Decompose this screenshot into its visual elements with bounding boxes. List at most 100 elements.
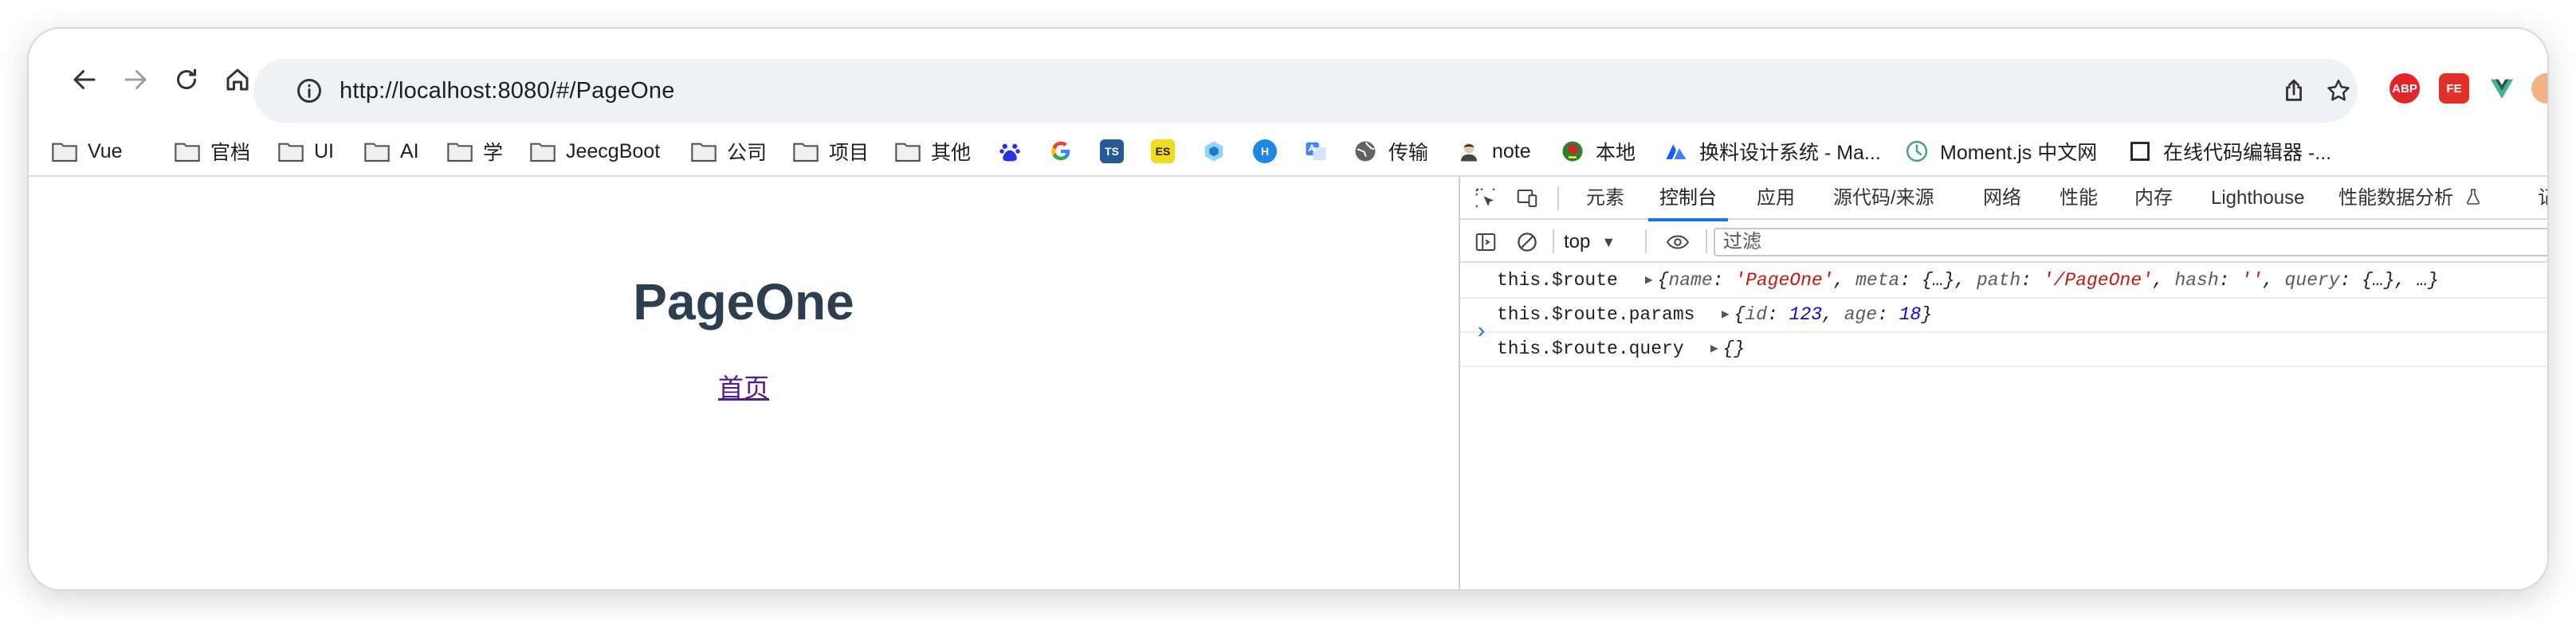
devtools-panel: 元素 控制台 应用 源代码/来源 网络 性能 内存 Lighthouse 性能数… [1459,177,2547,589]
console-line-route[interactable]: this.$route ▶ {name: 'PageOne', meta: {…}… [1460,264,2547,299]
bookmark-arco-design[interactable]: 换料设计系统 - Ma... [1663,135,1881,167]
typescript-label: TS [1100,139,1124,163]
vue-devtools-icon[interactable] [2487,73,2517,104]
clear-icon [1518,233,1537,252]
preview-token: path [1976,270,2021,291]
bookmark-label: 换料设计系统 - Ma... [1699,142,1881,164]
bookmark-typescript[interactable]: TS [1098,135,1135,167]
site-info-icon[interactable] [295,76,324,105]
tab-performance-insights[interactable]: 性能数据分析 [2338,177,2483,220]
bookmark-label: 在线代码编辑器 -... [2163,142,2332,164]
profile-extension-icon[interactable] [2531,73,2547,104]
tab-recorder[interactable]: 记 [2538,177,2547,220]
forward-button[interactable] [113,57,158,102]
share-button[interactable] [2278,75,2310,107]
preview-token: : [2020,270,2043,291]
square-icon [2126,139,2154,163]
address-bar[interactable]: http://localhost:8080/#/PageOne [253,59,2358,123]
live-expression-button[interactable] [1658,229,1698,255]
bookmark-label: note [1492,139,1531,162]
js-context-select[interactable]: top ▼ [1564,228,1616,256]
local-icon [1559,139,1586,163]
tab-performance-insights-label: 性能数据分析 [2338,187,2453,209]
tab-network[interactable]: 网络 [1983,177,2021,220]
bookmark-star-button[interactable] [2323,75,2354,107]
bookmark-baidu[interactable] [996,135,1033,167]
caret-down-icon: ▼ [1601,233,1616,250]
console-prompt[interactable]: › [1475,320,1488,345]
eye-icon [1667,235,1689,249]
tab-elements[interactable]: 元素 [1586,177,1624,220]
bookmark-folder-ai[interactable]: AI [363,135,419,167]
preview-token: hash [2174,270,2219,291]
tab-lighthouse[interactable]: Lighthouse [2211,177,2304,220]
star-icon [2327,79,2350,101]
expand-triangle-icon[interactable]: ▶ [1722,299,1730,331]
clear-console-button[interactable] [1514,229,1540,255]
bookmark-label: UI [314,139,334,162]
console-expression: this.$route.params [1497,304,1695,325]
bookmark-momentjs[interactable]: Moment.js 中文网 [1903,135,2097,167]
fe-extension-icon[interactable]: FE [2439,73,2469,104]
abp-extension-icon[interactable]: ABP [2389,73,2420,104]
bookmark-folder-official-docs[interactable]: 官档 [174,135,250,167]
bookmark-label: JeecgBoot [566,139,661,162]
console-object-preview[interactable]: ▶{} [1710,333,1745,366]
preview-token: , [1833,270,1856,291]
bookmark-h[interactable]: H [1251,135,1288,167]
bookmark-folder-other[interactable]: 其他 [894,135,971,167]
bookmark-folder-ui[interactable]: UI [277,135,334,167]
device-toolbar-button[interactable] [1514,186,1540,211]
preview-token: : {…}, [1899,270,1977,291]
google-icon [1047,139,1074,163]
bookmark-online-editor[interactable]: 在线代码编辑器 -... [2126,135,2331,167]
bookmark-transfer[interactable]: 传输 [1352,135,1428,167]
tab-memory[interactable]: 内存 [2134,177,2173,220]
inspect-element-button[interactable] [1473,186,1498,211]
folder-icon [446,139,473,163]
bookmark-folder-vue[interactable]: Vue [51,135,123,167]
bookmark-google[interactable] [1047,135,1084,167]
folder-icon [277,139,304,163]
bookmark-translate[interactable] [1302,135,1339,167]
tab-console[interactable]: 控制台 [1648,177,1728,221]
home-link-text[interactable]: 首页 [718,374,769,402]
bookmark-folder-projects[interactable]: 项目 [792,135,869,167]
preview-token: } [1921,304,1933,325]
bookmark-folder-learn[interactable]: 学 [446,135,503,167]
url-text[interactable]: http://localhost:8080/#/PageOne [340,75,675,107]
baidu-icon [996,139,1023,163]
page-title: PageOne [633,273,854,331]
expand-triangle-icon[interactable]: ▶ [1645,264,1653,297]
console-filter-box[interactable] [1714,228,2547,256]
tab-performance[interactable]: 性能 [2060,177,2098,220]
reload-button[interactable] [164,57,209,102]
bookmark-note[interactable]: note [1455,135,1531,167]
bookmark-label: 公司 [727,142,768,164]
back-arrow-icon [73,70,96,89]
home-link[interactable]: 首页 [29,368,1459,405]
bookmark-local[interactable]: 本地 [1559,135,1636,167]
console-sidebar-toggle[interactable] [1473,229,1498,255]
bookmark-es[interactable]: ES [1149,135,1186,167]
console-object-preview[interactable]: ▶ {name: 'PageOne', meta: {…}, path: '/Pa… [1645,264,2439,297]
note-avatar-icon [1455,139,1482,163]
console-output: this.$route ▶ {name: 'PageOne', meta: {…}… [1460,264,2547,367]
fe-extension-label: FE [2446,81,2462,96]
es-label: ES [1151,139,1175,163]
console-line-route-query[interactable]: this.$route.query ▶{} [1460,333,2547,367]
bookmark-folder-jeecgboot[interactable]: JeecgBoot [529,135,660,167]
bookmark-label: 官档 [210,142,251,164]
console-filter-input[interactable] [1715,229,2547,255]
tab-application[interactable]: 应用 [1757,177,1795,220]
console-expression: this.$route.query [1497,338,1684,359]
home-icon [226,68,249,91]
bookmark-webpack[interactable] [1200,135,1237,167]
bookmark-folder-company[interactable]: 公司 [690,135,767,167]
expand-triangle-icon[interactable]: ▶ [1710,333,1718,366]
console-object-preview[interactable]: ▶ {id: 123, age: 18} [1722,299,1932,331]
back-button[interactable] [62,57,107,102]
arco-icon [1663,139,1690,163]
tab-sources[interactable]: 源代码/来源 [1833,177,1934,220]
console-line-route-params[interactable]: this.$route.params ▶ {id: 123, age: 18} [1460,299,2547,333]
